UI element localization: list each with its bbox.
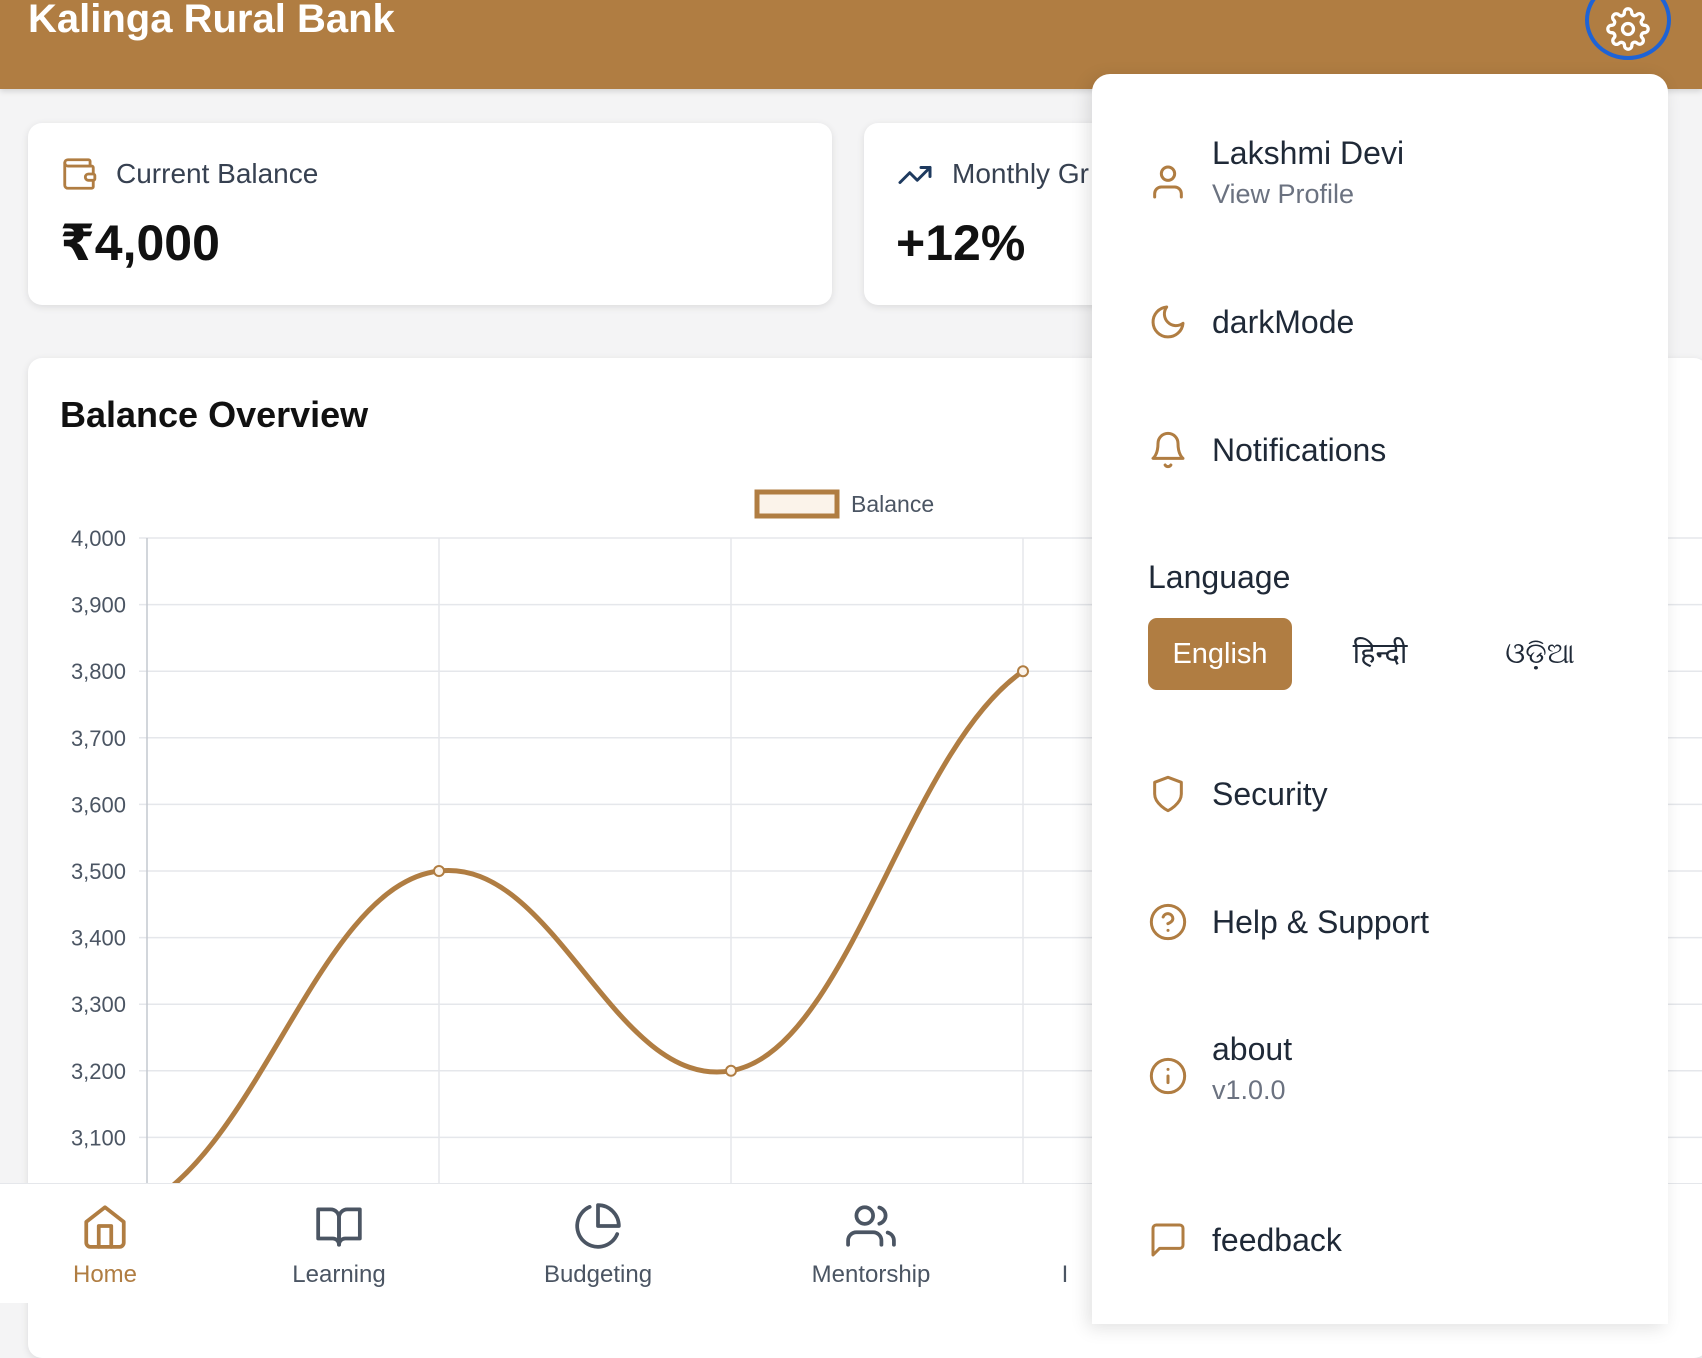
y-tick-label: 3,100: [71, 1125, 126, 1150]
nav-learning-label: Learning: [292, 1261, 386, 1288]
security-row[interactable]: Security: [1148, 770, 1628, 820]
version-label: v1.0.0: [1212, 1075, 1286, 1105]
home-icon: [84, 1205, 126, 1249]
pie-chart-icon: [575, 1203, 621, 1249]
moon-icon: [1151, 305, 1185, 339]
profile-row[interactable]: Lakshmi Devi View Profile: [1148, 134, 1628, 230]
nav-home-label: Home: [72, 1261, 138, 1288]
gear-icon: [1606, 7, 1650, 51]
balance-card: Current Balance ₹4,000: [28, 123, 832, 305]
nav-mentorship[interactable]: Mentorship: [786, 1184, 956, 1303]
nav-partial-label: I: [1061, 1261, 1069, 1288]
y-tick-label: 4,000: [71, 526, 126, 551]
info-icon: [1149, 1057, 1187, 1095]
view-profile-link[interactable]: View Profile: [1212, 178, 1354, 210]
language-heading: Language: [1148, 559, 1291, 595]
y-tick-label: 3,900: [71, 593, 126, 618]
bank-name: Kalinga Rural Bank: [28, 0, 395, 41]
y-tick-label: 3,700: [71, 726, 126, 751]
nav-partial[interactable]: I: [1045, 1184, 1085, 1303]
feedback-label: feedback: [1212, 1222, 1342, 1258]
y-tick-label: 3,400: [71, 926, 126, 951]
y-tick-label: 3,500: [71, 859, 126, 884]
trending-up-icon: [898, 166, 932, 184]
settings-button[interactable]: [1585, 0, 1671, 60]
dark-mode-label: darkMode: [1212, 304, 1355, 340]
y-tick-label: 3,300: [71, 992, 126, 1017]
nav-home[interactable]: Home: [20, 1184, 190, 1303]
language-hindi-button[interactable]: हिन्दी: [1308, 618, 1452, 690]
nav-learning[interactable]: Learning: [254, 1184, 424, 1303]
wallet-icon: [63, 158, 97, 190]
language-english-button[interactable]: English: [1148, 618, 1292, 690]
balance-label: Current Balance: [116, 158, 319, 189]
message-square-icon: [1151, 1223, 1185, 1257]
balance-data-point: [725, 1064, 737, 1077]
y-tick-label: 3,800: [71, 659, 126, 684]
about-label: about: [1212, 1031, 1293, 1067]
settings-panel: Lakshmi Devi View Profile darkMode Notif…: [1092, 74, 1668, 1324]
notifications-label: Notifications: [1212, 432, 1387, 468]
language-odia-button[interactable]: ଓଡ଼ିଆ: [1468, 618, 1612, 690]
user-icon: [1153, 165, 1183, 199]
nav-budgeting[interactable]: Budgeting: [513, 1184, 683, 1303]
dark-mode-row[interactable]: darkMode: [1148, 298, 1628, 348]
feedback-row[interactable]: feedback: [1148, 1216, 1628, 1266]
y-tick-label: 3,600: [71, 792, 126, 817]
notifications-row[interactable]: Notifications: [1148, 426, 1628, 476]
bell-icon: [1151, 431, 1185, 469]
y-tick-label: 3,200: [71, 1059, 126, 1084]
help-row[interactable]: Help & Support: [1148, 898, 1628, 948]
balance-value: ₹4,000: [60, 215, 220, 271]
nav-mentorship-label: Mentorship: [811, 1261, 931, 1288]
growth-value: +12%: [896, 215, 1026, 271]
legend-swatch: [754, 489, 840, 519]
legend-label: Balance: [851, 491, 934, 517]
profile-name: Lakshmi Devi: [1212, 135, 1405, 171]
shield-icon: [1153, 775, 1183, 813]
balance-data-point: [1017, 665, 1029, 678]
security-label: Security: [1212, 776, 1328, 812]
help-label: Help & Support: [1212, 904, 1430, 940]
users-icon: [846, 1205, 896, 1247]
about-row[interactable]: about v1.0.0: [1148, 1030, 1628, 1120]
nav-budgeting-label: Budgeting: [543, 1261, 653, 1288]
book-icon: [316, 1207, 362, 1247]
balance-data-point: [433, 865, 445, 877]
help-circle-icon: [1149, 903, 1187, 941]
growth-label: Monthly Gr: [952, 158, 1089, 189]
